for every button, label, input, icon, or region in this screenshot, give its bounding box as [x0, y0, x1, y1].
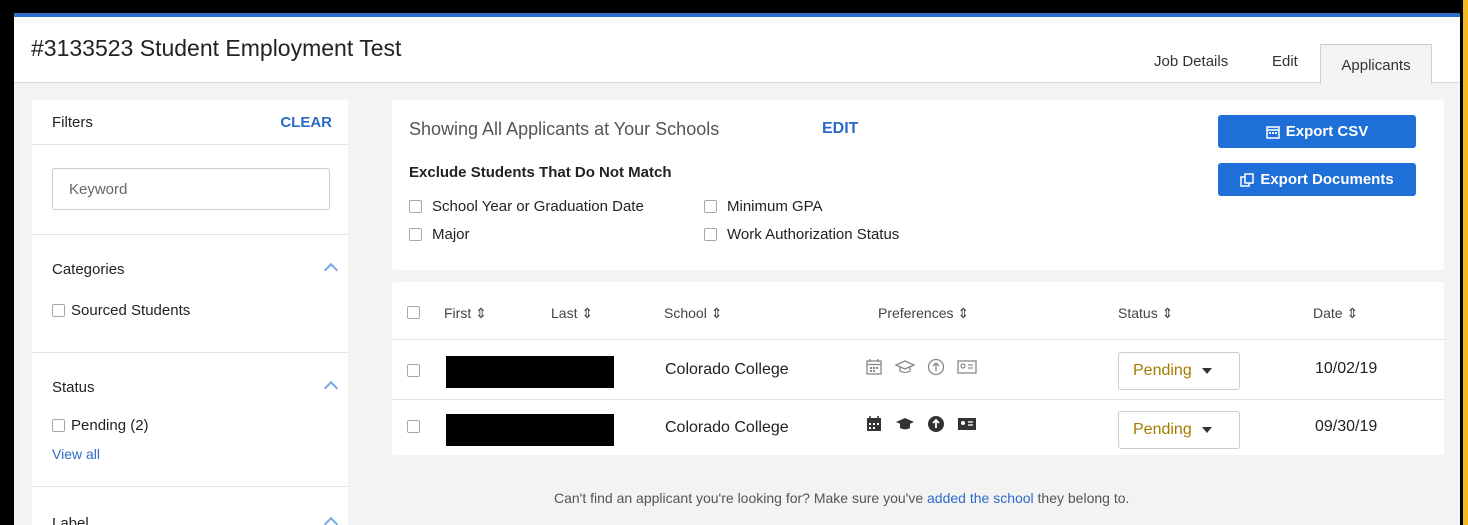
applicants-table: First ⇕ Last ⇕ School ⇕ Preferences ⇕ St… [392, 282, 1444, 455]
column-first[interactable]: First ⇕ [444, 305, 487, 322]
page-header: #3133523 Student Employment Test Job Det… [14, 17, 1460, 84]
column-label: Date [1313, 305, 1343, 321]
keyword-input[interactable] [52, 168, 330, 210]
export-documents-label: Export Documents [1260, 171, 1394, 188]
filters-header: Filters CLEAR [32, 100, 348, 145]
option-label: School Year or Graduation Date [432, 198, 644, 215]
export-csv-label: Export CSV [1285, 123, 1369, 140]
category-sourced-students[interactable]: Sourced Students [52, 302, 190, 319]
column-label: Last [551, 305, 578, 321]
app-window: #3133523 Student Employment Test Job Det… [14, 13, 1460, 525]
option-minimum-gpa[interactable]: Minimum GPA [704, 198, 823, 215]
applicant-criteria-panel: Showing All Applicants at Your Schools E… [392, 100, 1444, 270]
checkbox[interactable] [704, 228, 717, 241]
column-school[interactable]: School ⇕ [664, 305, 722, 322]
arrow-up-circle-icon [928, 416, 944, 432]
status-value: Pending [1133, 421, 1192, 438]
select-all-checkbox[interactable] [407, 306, 420, 319]
option-label: Major [432, 226, 470, 243]
row-checkbox[interactable] [407, 420, 420, 433]
table-row[interactable]: Colorado College Pending 10/02/19 [392, 339, 1444, 399]
column-date[interactable]: Date ⇕ [1313, 305, 1358, 322]
status-value: Pending [1133, 362, 1192, 379]
redacted-name [446, 356, 614, 388]
caret-down-icon [1201, 427, 1212, 433]
export-documents-button[interactable]: Export Documents [1218, 163, 1416, 196]
showing-text: Showing All Applicants at Your Schools [409, 119, 720, 139]
option-major[interactable]: Major [409, 226, 470, 243]
footer-note: Can't find an applicant you're looking f… [14, 490, 1460, 506]
column-label: Status [1118, 305, 1158, 321]
footer-text: Can't find an applicant you're looking f… [554, 490, 928, 506]
option-school-year[interactable]: School Year or Graduation Date [409, 198, 644, 215]
chevron-up-icon[interactable] [323, 380, 339, 396]
status-option-label: Pending (2) [71, 417, 149, 434]
status-pending-option[interactable]: Pending (2) [52, 417, 149, 434]
column-last[interactable]: Last ⇕ [551, 305, 593, 322]
export-csv-button[interactable]: Export CSV [1218, 115, 1416, 148]
graduation-cap-icon [895, 360, 915, 374]
option-label: Work Authorization Status [727, 226, 900, 243]
documents-icon [1240, 172, 1255, 187]
calendar-icon [867, 416, 881, 431]
status-dropdown[interactable]: Pending [1118, 352, 1240, 390]
calendar-icon [866, 359, 882, 375]
caret-down-icon [1201, 368, 1212, 374]
arrow-up-circle-icon [927, 358, 945, 376]
option-label: Minimum GPA [727, 198, 823, 215]
filters-title: Filters [52, 114, 93, 131]
status-dropdown[interactable]: Pending [1118, 411, 1240, 449]
checkbox[interactable] [409, 228, 422, 241]
calendar-icon [1265, 125, 1280, 139]
tab-applicants[interactable]: Applicants [1320, 44, 1432, 84]
column-label: First [444, 305, 472, 321]
table-row[interactable]: Colorado College Pending 09/30/19 [392, 399, 1444, 459]
clear-filters-link[interactable]: CLEAR [280, 114, 332, 131]
option-work-authorization[interactable]: Work Authorization Status [704, 226, 899, 243]
date-cell: 09/30/19 [1315, 418, 1378, 435]
graduation-cap-icon [896, 418, 914, 430]
filters-sidebar: Filters CLEAR Categories Sourced Student… [32, 100, 348, 525]
chevron-up-icon[interactable] [323, 262, 339, 278]
id-card-icon [958, 418, 976, 430]
school-cell: Colorado College [665, 419, 789, 436]
checkbox[interactable] [409, 200, 422, 213]
window-edge [1463, 0, 1468, 525]
column-status[interactable]: Status ⇕ [1118, 305, 1173, 322]
school-cell: Colorado College [665, 361, 789, 378]
preferences-cell [865, 358, 977, 376]
edit-link[interactable]: EDIT [822, 120, 858, 138]
date-cell: 10/02/19 [1315, 360, 1378, 377]
status-title: Status [52, 379, 95, 396]
redacted-name [446, 414, 614, 446]
added-the-school-link[interactable]: added the school [927, 490, 1034, 506]
exclude-title: Exclude Students That Do Not Match [409, 164, 672, 181]
column-label: Preferences [878, 305, 954, 321]
keyword-section [32, 145, 348, 235]
column-label: School [664, 305, 707, 321]
categories-title: Categories [52, 261, 125, 278]
column-preferences[interactable]: Preferences ⇕ [878, 305, 969, 322]
checkbox[interactable] [704, 200, 717, 213]
page-title: #3133523 Student Employment Test [31, 35, 402, 61]
tab-job-details[interactable]: Job Details [1154, 53, 1228, 70]
label-title: Label [52, 515, 89, 525]
preferences-cell [865, 415, 977, 433]
checkbox[interactable] [52, 419, 65, 432]
checkbox[interactable] [52, 304, 65, 317]
tab-edit[interactable]: Edit [1272, 53, 1298, 70]
row-checkbox[interactable] [407, 364, 420, 377]
category-label: Sourced Students [71, 302, 191, 319]
footer-text-end: they belong to. [1033, 490, 1130, 506]
id-card-icon [957, 360, 977, 374]
status-section: Status Pending (2) View all [32, 353, 348, 487]
view-all-link[interactable]: View all [52, 446, 100, 462]
categories-section: Categories Sourced Students [32, 235, 348, 353]
chevron-up-icon[interactable] [323, 516, 339, 525]
